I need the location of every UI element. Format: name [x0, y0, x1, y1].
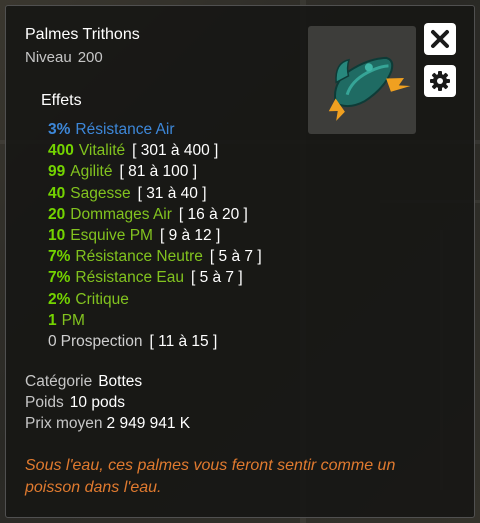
price-label: Prix moyen [25, 415, 103, 432]
effect-agilite: 99 Agilité[ 81 à 100 ] [48, 163, 198, 181]
effect-resistance-air: 3% Résistance Air [48, 121, 175, 138]
item-category: Catégorie Bottes [25, 373, 142, 391]
effect-resistance-eau: 7% Résistance Eau[ 5 à 7 ] [48, 269, 243, 287]
effect-dommages-air: 20 Dommages Air[ 16 à 20 ] [48, 205, 248, 223]
effects-heading: Effets [41, 92, 82, 109]
item-level: Niveau 200 [25, 49, 103, 66]
level-value: 200 [77, 49, 103, 66]
swim-fins-icon [328, 56, 411, 121]
effect-esquive-pm: 10 Esquive PM[ 9 à 12 ] [48, 226, 221, 244]
item-image [308, 26, 416, 134]
effect-sagesse: 40 Sagesse[ 31 à 40 ] [48, 184, 207, 202]
settings-button[interactable] [424, 65, 456, 97]
item-name: Palmes Trithons [25, 26, 140, 43]
price-value: 2 949 941 K [106, 415, 191, 432]
category-label: Catégorie [25, 373, 93, 390]
effect-resistance-neutre: 7% Résistance Neutre[ 5 à 7 ] [48, 248, 262, 266]
close-icon [431, 30, 449, 48]
effect-prospection: 0 Prospection[ 11 à 15 ] [48, 332, 218, 350]
item-weight: Poids 10 pods [25, 394, 125, 412]
effect-pm: 1 PM [48, 311, 85, 329]
level-label: Niveau [25, 49, 72, 66]
gear-icon [430, 71, 450, 91]
weight-label: Poids [25, 394, 64, 411]
close-button[interactable] [424, 23, 456, 55]
effect-vitalite: 400 Vitalité[ 301 à 400 ] [48, 142, 219, 160]
effects-list: 3% Résistance Air 400 Vitalité[ 301 à 400 … [48, 119, 262, 352]
item-tooltip: Palmes Trithons Niveau 200 Effets 3% Rés… [5, 5, 475, 518]
category-value: Bottes [98, 373, 143, 390]
weight-value: 10 pods [69, 394, 125, 411]
item-description: Sous l'eau, ces palmes vous feront senti… [25, 457, 396, 496]
item-price: Prix moyen 2 949 941 K [25, 415, 190, 433]
effect-critique: 2% Critique [48, 290, 129, 308]
